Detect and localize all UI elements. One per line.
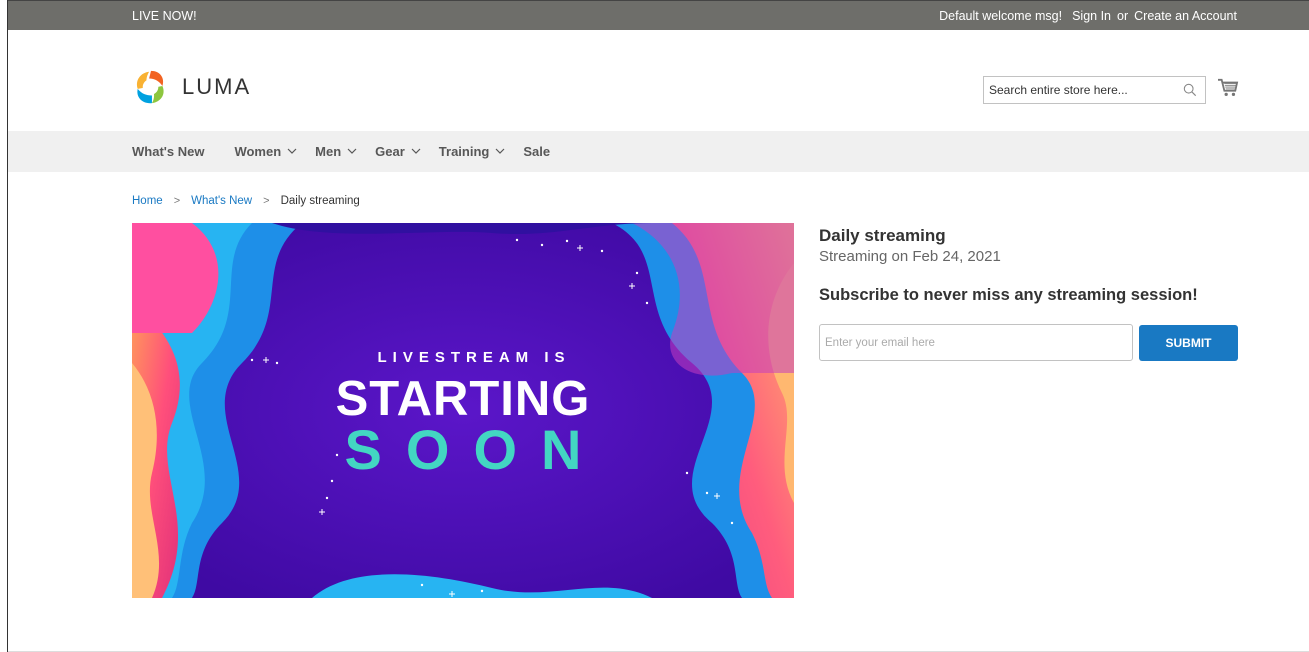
page: LIVE NOW! Default welcome msg! Sign In o… [7, 0, 1309, 652]
nav-item-women[interactable]: Women [234, 144, 297, 159]
logo-link[interactable]: LUMA [132, 68, 251, 106]
breadcrumb-whats-new[interactable]: What's New [191, 195, 252, 207]
cart-icon[interactable] [1217, 78, 1239, 98]
breadcrumb-home[interactable]: Home [132, 195, 163, 207]
chevron-down-icon [495, 148, 505, 154]
hero-line-1: LIVESTREAM IS [377, 349, 571, 366]
chevron-down-icon [347, 148, 357, 154]
nav-item-whats-new[interactable]: What's New [132, 144, 204, 159]
search-input[interactable] [984, 77, 1174, 103]
or-text: or [1117, 9, 1129, 23]
hero-line-3: SOON [344, 418, 606, 481]
promo-text: LIVE NOW! [132, 9, 197, 23]
brand-name: LUMA [182, 74, 252, 99]
search-box [983, 76, 1206, 104]
search-icon[interactable] [1183, 83, 1197, 97]
subscribe-heading: Subscribe to never miss any streaming se… [819, 286, 1198, 304]
chevron-down-icon [287, 148, 297, 154]
nav-item-gear[interactable]: Gear [375, 144, 421, 159]
chevron-down-icon [411, 148, 421, 154]
stream-title: Daily streaming [819, 226, 946, 245]
chevron-right-icon: > [263, 195, 270, 207]
stream-date: Streaming on Feb 24, 2021 [819, 248, 1001, 265]
submit-button[interactable]: SUBMIT [1139, 325, 1238, 361]
email-field-wrapper [819, 324, 1133, 361]
create-account-link[interactable]: Create an Account [1134, 9, 1237, 23]
top-bar: LIVE NOW! Default welcome msg! Sign In o… [8, 0, 1309, 30]
nav-item-men[interactable]: Men [315, 144, 357, 159]
nav-item-training[interactable]: Training [439, 144, 506, 159]
nav-item-sale[interactable]: Sale [523, 144, 550, 159]
email-field[interactable] [820, 325, 1132, 360]
sign-in-link[interactable]: Sign In [1072, 9, 1111, 23]
chevron-right-icon: > [173, 195, 181, 207]
account-links: Default welcome msg! Sign In or Create a… [939, 9, 1237, 23]
breadcrumb-current: Daily streaming [280, 195, 360, 207]
breadcrumb: Home > What's New > Daily streaming [132, 195, 360, 207]
livestream-banner: LIVESTREAM IS STARTING SOON [132, 223, 794, 598]
main-nav: What's New Women Men Gear Training Sale [8, 131, 1309, 172]
luma-logo-icon [136, 70, 164, 104]
stream-info: Daily streaming Streaming on Feb 24, 202… [819, 226, 1249, 305]
welcome-message: Default welcome msg! [939, 9, 1063, 23]
